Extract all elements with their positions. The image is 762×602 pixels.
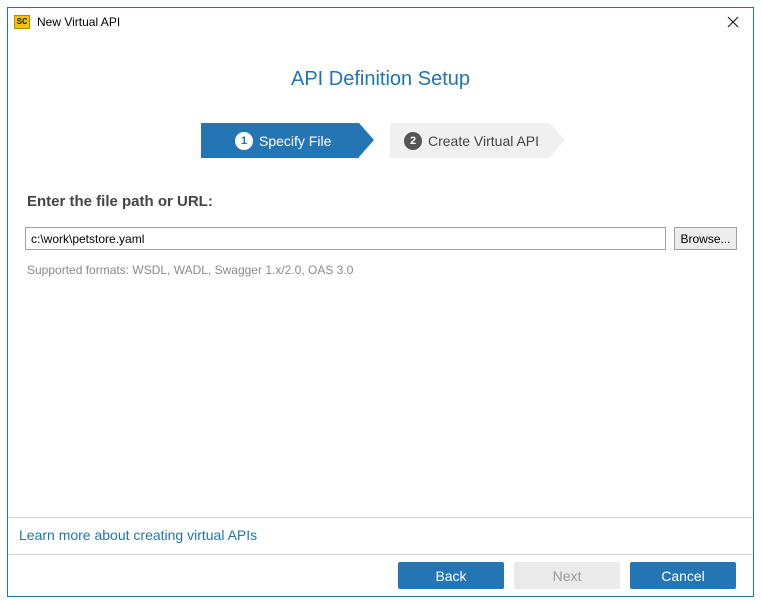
step-label: Create Virtual API bbox=[428, 132, 540, 149]
title-bar: SC New Virtual API bbox=[8, 8, 753, 36]
close-icon bbox=[727, 16, 739, 28]
back-button[interactable]: Back bbox=[398, 562, 504, 589]
app-logo-icon: SC bbox=[14, 15, 30, 29]
step-arrow bbox=[550, 123, 565, 157]
dialog-window: SC New Virtual API API Definition Setup … bbox=[7, 7, 754, 597]
page-title: API Definition Setup bbox=[291, 68, 470, 90]
step-create-virtual-api[interactable]: 2 Create Virtual API bbox=[390, 123, 550, 158]
supported-formats-hint: Supported formats: WSDL, WADL, Swagger 1… bbox=[27, 263, 354, 277]
learn-more-link[interactable]: Learn more about creating virtual APIs bbox=[19, 527, 257, 543]
close-button[interactable] bbox=[713, 8, 753, 36]
next-button[interactable]: Next bbox=[514, 562, 620, 589]
step-number-badge: 1 bbox=[235, 131, 253, 150]
step-number-badge: 2 bbox=[404, 131, 422, 150]
file-path-input[interactable] bbox=[25, 227, 666, 250]
divider bbox=[8, 517, 753, 518]
window-title: New Virtual API bbox=[37, 15, 121, 29]
divider bbox=[8, 554, 753, 555]
step-specify-file[interactable]: 1 Specify File bbox=[201, 123, 359, 158]
step-label: Specify File bbox=[259, 132, 332, 149]
browse-button[interactable]: Browse... bbox=[674, 227, 737, 250]
step-arrow bbox=[359, 123, 374, 157]
cancel-button[interactable]: Cancel bbox=[630, 562, 736, 589]
file-path-label: Enter the file path or URL: bbox=[27, 193, 213, 210]
